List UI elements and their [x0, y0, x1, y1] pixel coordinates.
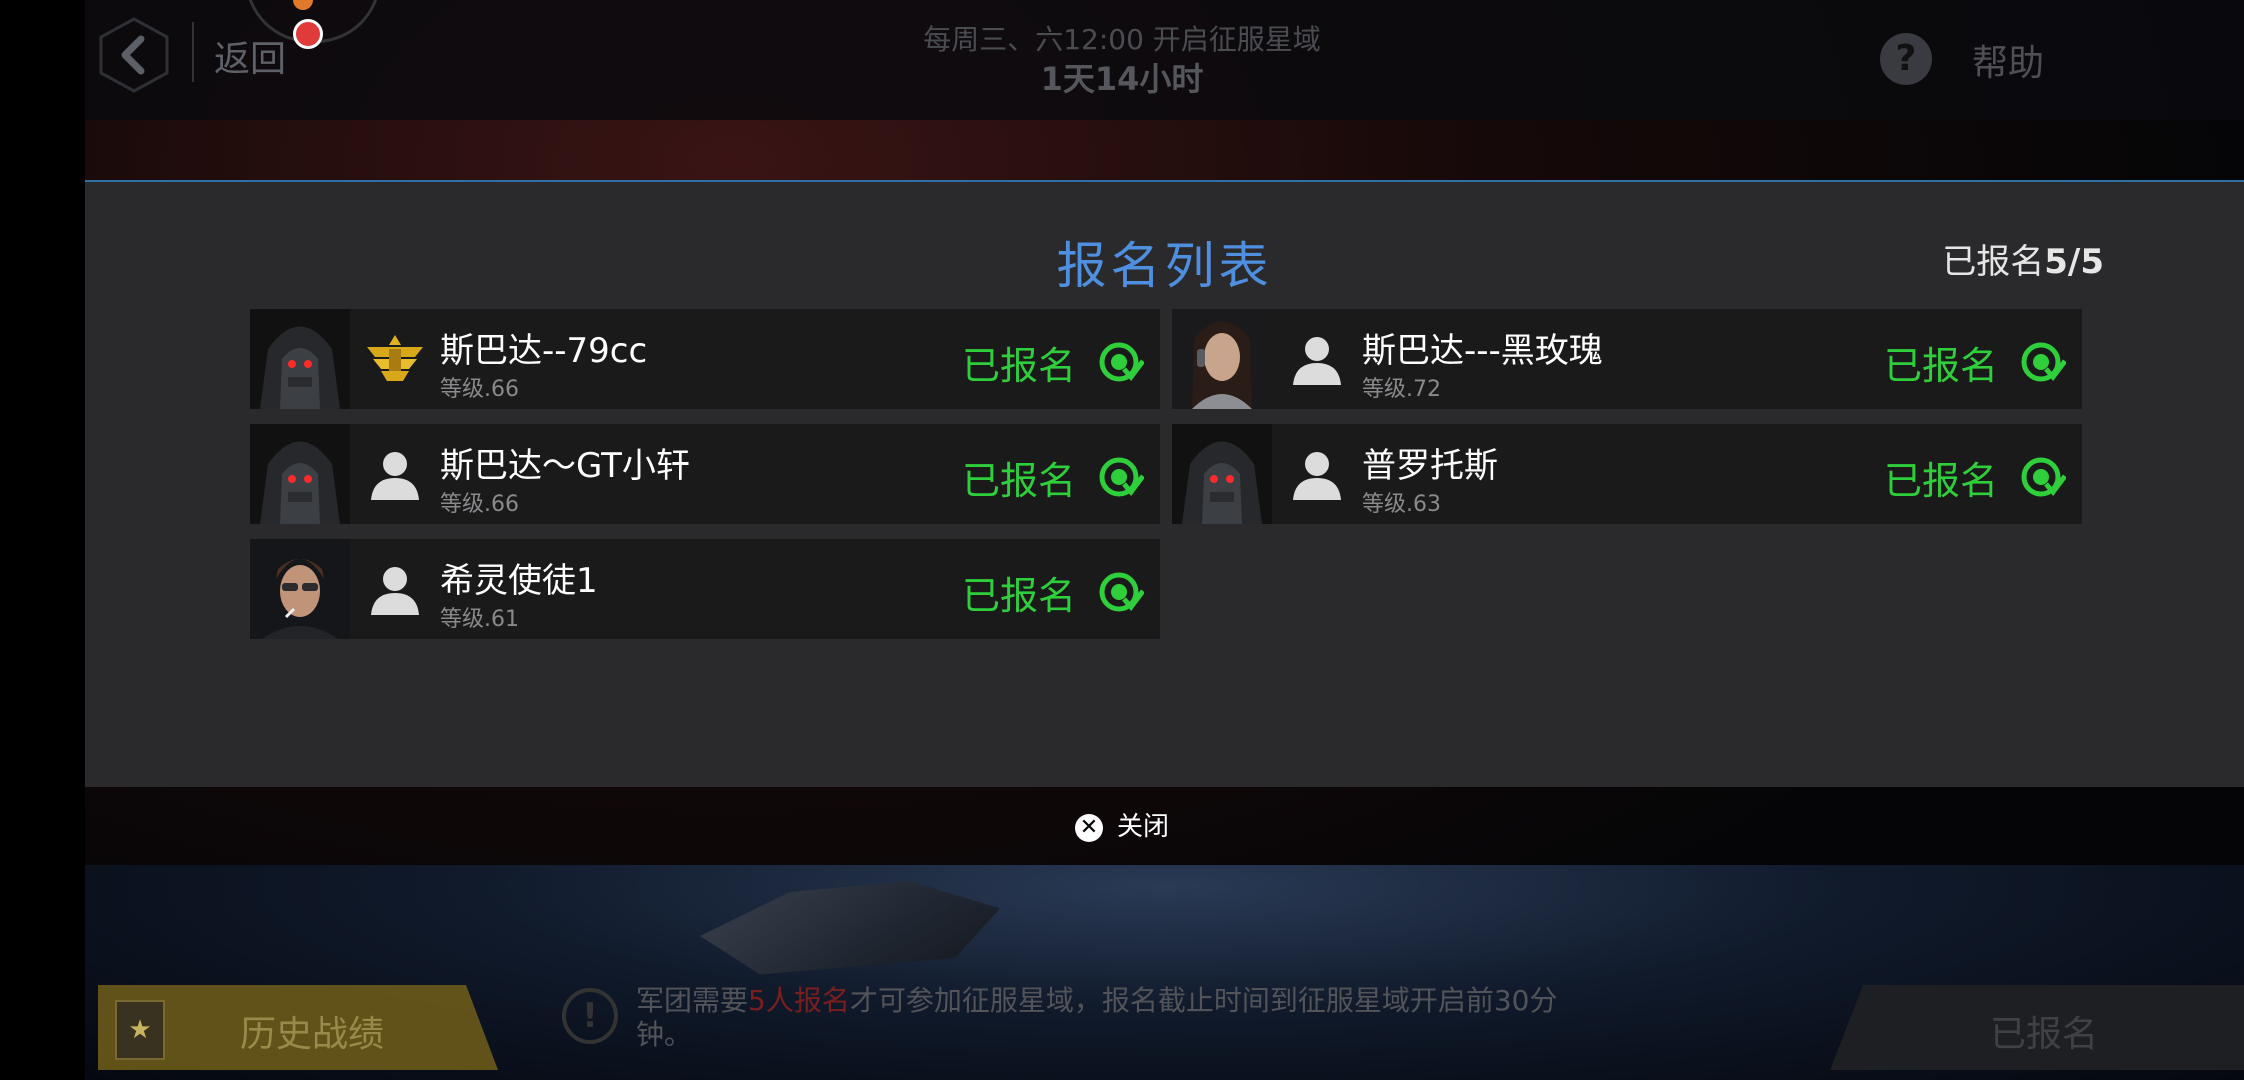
player-level: 等级.63 [1362, 492, 1441, 517]
signed-up-check-icon [1098, 454, 1145, 500]
close-label: 关闭 [1116, 812, 1169, 842]
signup-count: 已报名5/5 [1942, 234, 2104, 283]
player-card[interactable]: 斯巴达---黑玫瑰 等级.72 已报名 [1172, 309, 2082, 409]
player-name: 斯巴达～GT小轩 [440, 446, 690, 486]
modal-title: 报名列表 [1056, 237, 1273, 295]
signup-count-label: 已报名 [1942, 242, 2045, 282]
gold-rank-icon [365, 331, 425, 387]
player-portrait [250, 309, 350, 409]
player-portrait [1172, 309, 1272, 409]
help-icon[interactable]: ? [1880, 33, 1932, 85]
signup-notice: 军团需要5人报名才可参加征服星域，报名截止时间到征服星域开启前30分钟。 [636, 984, 1576, 1052]
player-name: 普罗托斯 [1362, 446, 1498, 486]
player-card[interactable]: 普罗托斯 等级.63 已报名 [1172, 424, 2082, 524]
signup-status: 已报名 [962, 344, 1077, 388]
left-black-strip [0, 0, 85, 1080]
player-name: 斯巴达--79cc [440, 331, 648, 371]
signed-up-check-icon [1098, 339, 1145, 385]
notice-text: 军团需要 [636, 984, 749, 1017]
signup-status: 已报名 [1884, 344, 1999, 388]
player-level: 等级.61 [440, 607, 519, 632]
player-card[interactable]: 希灵使徒1 等级.61 已报名 [250, 539, 1160, 639]
user-silhouette-icon [365, 561, 425, 617]
notice-highlight: 5人报名 [748, 984, 850, 1017]
player-portrait [1172, 424, 1272, 524]
signup-status: 已报名 [1884, 459, 1999, 503]
player-card[interactable]: 斯巴达--79cc 等级.66 已报名 [250, 309, 1160, 409]
help-label[interactable]: 帮助 [1972, 34, 2044, 86]
player-level: 等级.66 [440, 377, 519, 402]
signed-up-check-icon [2020, 339, 2067, 385]
signup-status: 已报名 [962, 459, 1077, 503]
player-name: 斯巴达---黑玫瑰 [1362, 331, 1603, 371]
close-button[interactable]: ✕ 关闭 [0, 806, 2244, 843]
player-level: 等级.66 [440, 492, 519, 517]
player-portrait [250, 424, 350, 524]
history-record-label[interactable]: 历史战绩 [240, 1005, 384, 1057]
signup-count-value: 5/5 [2044, 242, 2104, 282]
alert-icon: ! [562, 988, 618, 1044]
close-icon: ✕ [1074, 813, 1103, 842]
star-badge-icon: ★ [115, 1000, 165, 1060]
signed-up-check-icon [2020, 454, 2067, 500]
player-name: 希灵使徒1 [440, 561, 598, 601]
player-card[interactable]: 斯巴达～GT小轩 等级.66 已报名 [250, 424, 1160, 524]
user-silhouette-icon [1287, 331, 1347, 387]
user-silhouette-icon [365, 446, 425, 502]
player-level: 等级.72 [1362, 377, 1441, 402]
signup-status: 已报名 [962, 574, 1077, 618]
player-portrait [250, 539, 350, 639]
user-silhouette-icon [1287, 446, 1347, 502]
signed-up-check-icon [1098, 569, 1145, 615]
signup-button-label[interactable]: 已报名 [1990, 1005, 2098, 1057]
